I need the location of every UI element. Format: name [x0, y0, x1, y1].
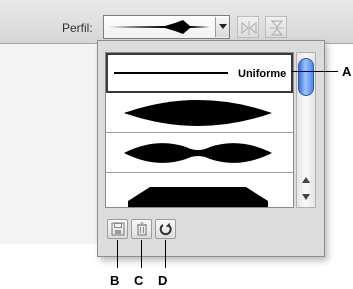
delete-profile-button[interactable]: [131, 219, 152, 239]
triangle-down-icon: [302, 194, 310, 200]
save-icon: [111, 222, 125, 236]
callout-c-label: C: [134, 273, 144, 288]
reset-profiles-button[interactable]: [155, 219, 176, 239]
dropdown-arrow-button[interactable]: [215, 17, 229, 37]
callout-b-leader: [117, 240, 118, 268]
lens-stroke-icon: [124, 100, 272, 126]
left-panel: [0, 44, 100, 244]
scroll-down-button[interactable]: [298, 189, 314, 205]
callout-d-leader: [165, 240, 166, 268]
flip-vertical-button[interactable]: [265, 16, 287, 38]
profile-item-lens[interactable]: [106, 93, 293, 133]
profile-list: Uniforme: [105, 52, 294, 208]
callout-d-label: D: [158, 273, 168, 288]
flip-horizontal-button[interactable]: [237, 16, 259, 38]
callout-a-label: A: [342, 64, 352, 79]
profile-item-label: Uniforme: [238, 68, 287, 80]
profile-item-hexagon[interactable]: [106, 173, 293, 207]
chevron-down-icon: [219, 24, 227, 29]
hexagon-stroke-icon: [128, 187, 268, 207]
scroll-up-button[interactable]: [298, 172, 314, 188]
callout-a-leader: [291, 71, 338, 72]
profile-dropdown[interactable]: [103, 15, 230, 39]
trash-icon: [137, 222, 147, 236]
selected-profile-preview-icon: [105, 17, 215, 37]
flip-horizontal-icon: [241, 21, 257, 35]
callout-b-label: B: [110, 273, 120, 288]
flip-vertical-icon: [270, 20, 284, 36]
profile-item-uniform[interactable]: Uniforme: [106, 53, 293, 93]
reset-icon: [159, 222, 172, 236]
profile-item-double-lens[interactable]: [106, 133, 293, 173]
callout-c-leader: [141, 240, 142, 268]
profile-label: Perfil:: [62, 21, 93, 35]
profile-list-scrollbar[interactable]: [296, 52, 316, 208]
triangle-up-icon: [302, 177, 310, 183]
double-lens-stroke-icon: [124, 143, 272, 163]
scrollbar-thumb[interactable]: [298, 58, 314, 96]
save-profile-button[interactable]: [107, 219, 128, 239]
